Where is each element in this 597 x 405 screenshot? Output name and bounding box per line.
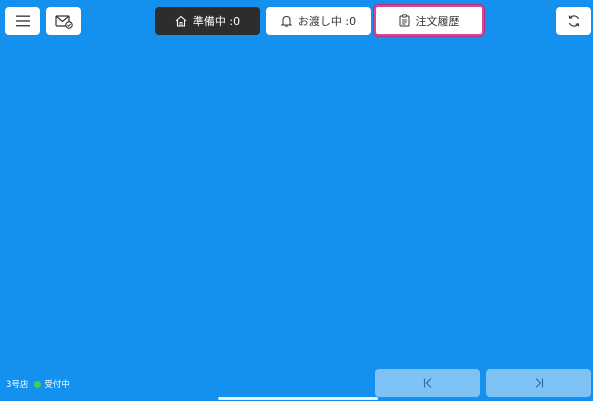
refresh-button[interactable] [556,7,591,35]
refresh-icon [567,14,581,28]
first-page-button[interactable] [375,369,480,397]
tab-handing-over-label: お渡し中 :0 [297,15,357,28]
tab-preparing-label: 準備中 :0 [192,15,241,28]
last-page-button[interactable] [486,369,591,397]
home-icon [175,15,187,27]
menu-button[interactable] [5,7,40,35]
hamburger-menu-icon [15,15,30,27]
mail-check-icon [54,14,73,29]
status-dot-icon [34,380,42,388]
store-name: 3号店 [6,380,29,390]
bell-icon [280,15,292,27]
tab-order-history-label: 注文履歴 [415,14,460,28]
tab-order-history[interactable]: 注文履歴 [374,5,484,36]
last-page-icon [533,374,545,393]
store-status: 3号店 受付中 [6,378,70,390]
reception-status-label: 受付中 [44,380,70,390]
first-page-icon [422,374,434,393]
mail-button[interactable] [46,7,81,35]
tab-handing-over[interactable]: お渡し中 :0 [266,7,371,35]
reception-status: 受付中 [34,378,70,390]
tab-preparing[interactable]: 準備中 :0 [155,7,260,35]
app-screen: 準備中 :0 お渡し中 :0 注文履歴 3号店 受付中 [0,0,593,401]
clipboard-icon [399,14,410,27]
home-indicator[interactable] [218,397,378,400]
